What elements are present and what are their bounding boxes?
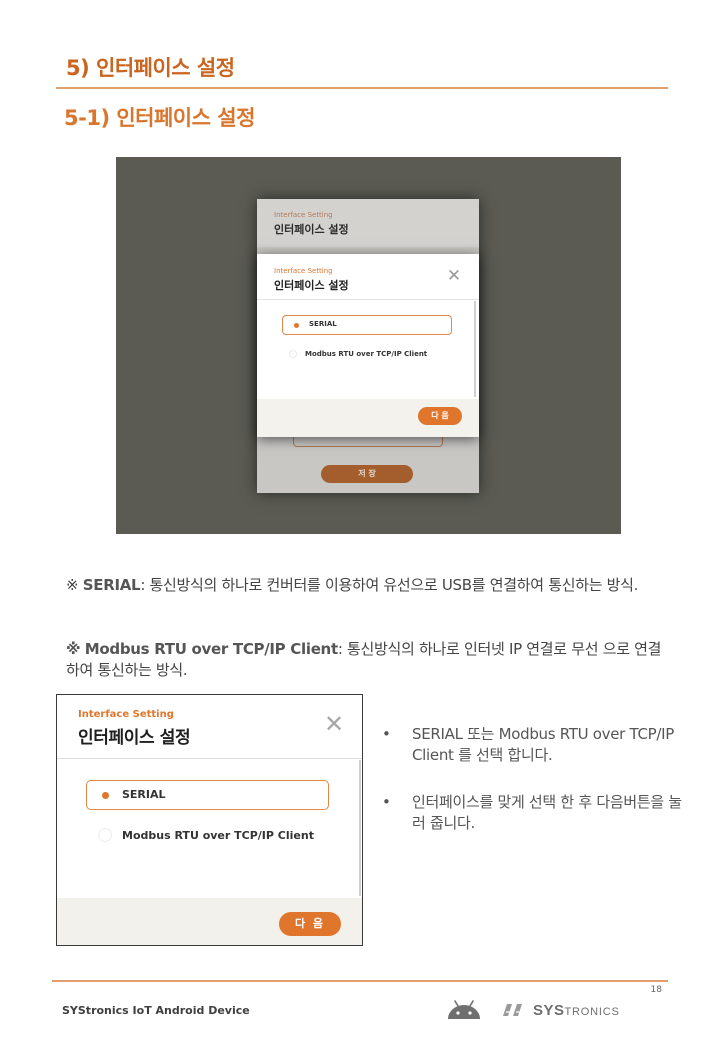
logo-text-tail: TRONICS xyxy=(564,1005,620,1018)
option-modbus-label[interactable]: Modbus RTU over TCP/IP Client xyxy=(122,829,314,842)
note-marker: ※ xyxy=(66,640,81,658)
dialog-title: 인터페이스 설정 xyxy=(78,728,191,748)
note-term: Modbus RTU over TCP/IP Client xyxy=(84,640,338,658)
list-item-text: SERIAL 또는 Modbus RTU over TCP/IP Client … xyxy=(412,725,675,764)
bullet-icon: • xyxy=(382,725,391,743)
list-item: • 인터페이스를 맞게 선택 한 후 다음버튼을 눌러 줍니다. xyxy=(382,792,682,834)
systronics-logo: SYSTRONICS xyxy=(500,999,620,1021)
dialog-divider xyxy=(57,758,362,759)
note-serial: ※ SERIAL: 통신방식의 하나로 컨버터를 이용하여 유선으로 USB를 … xyxy=(66,575,666,596)
radio-selected-icon xyxy=(102,792,109,799)
interface-setting-dialog: Interface Setting 인터페이스 설정 ✕ SERIAL Modb… xyxy=(56,694,363,946)
note-marker: ※ xyxy=(66,576,79,594)
next-button: 다 음 xyxy=(418,407,462,425)
logo-text: SYSTRONICS xyxy=(533,1002,620,1019)
dialog-subtitle: Interface Setting xyxy=(274,267,333,275)
android-icon xyxy=(448,1000,480,1019)
interface-setting-dialog-small: Interface Setting 인터페이스 설정 ✕ SERIAL Modb… xyxy=(257,254,479,437)
page-number: 18 xyxy=(650,985,662,995)
list-item: • SERIAL 또는 Modbus RTU over TCP/IP Clien… xyxy=(382,724,682,766)
radio-unselected-icon xyxy=(289,350,297,358)
instruction-list: • SERIAL 또는 Modbus RTU over TCP/IP Clien… xyxy=(382,724,682,860)
dialog-subtitle: Interface Setting xyxy=(78,709,174,720)
dialog-footer: 다 음 xyxy=(57,898,362,945)
scrollbar[interactable] xyxy=(359,760,361,896)
radio-selected-icon xyxy=(294,323,299,328)
option-serial-label: SERIAL xyxy=(309,320,337,328)
dialog-divider xyxy=(257,299,479,300)
option-serial: SERIAL xyxy=(282,315,452,335)
section-title: 5) 인터페이스 설정 xyxy=(66,56,235,80)
subsection-title: 5-1) 인터페이스 설정 xyxy=(64,106,255,130)
dialog-title: 인터페이스 설정 xyxy=(274,279,349,292)
option-serial-label: SERIAL xyxy=(122,788,166,801)
logo-text-main: SYS xyxy=(533,1001,565,1019)
footer-brand: SYStronics IoT Android Device xyxy=(62,1004,250,1017)
radio-unselected-icon[interactable] xyxy=(98,828,112,842)
scrollbar xyxy=(474,301,476,397)
note-modbus: ※ Modbus RTU over TCP/IP Client: 통신방식의 하… xyxy=(66,639,666,681)
next-button[interactable]: 다 음 xyxy=(279,912,341,936)
logo-mark-icon xyxy=(503,1004,522,1016)
close-icon[interactable]: ✕ xyxy=(323,712,345,736)
note-term: SERIAL xyxy=(82,576,141,594)
list-item-text: 인터페이스를 맞게 선택 한 후 다음버튼을 눌러 줍니다. xyxy=(412,793,682,832)
option-modbus-label: Modbus RTU over TCP/IP Client xyxy=(305,350,428,358)
note-text: : 통신방식의 하나로 컨버터를 이용하여 유선으로 USB를 연결하여 통신하… xyxy=(140,576,639,594)
background-dialog-save-button: 저 장 xyxy=(321,465,413,483)
background-dialog-subtitle: Interface Setting xyxy=(274,211,333,219)
bullet-icon: • xyxy=(382,793,391,811)
section-title-rule xyxy=(56,87,668,89)
footer-rule xyxy=(52,980,668,982)
option-serial[interactable]: SERIAL xyxy=(86,780,329,810)
dialog-footer: 다 음 xyxy=(257,399,479,437)
background-dialog-title: 인터페이스 설정 xyxy=(274,223,349,236)
close-icon: ✕ xyxy=(446,266,462,286)
app-screenshot: Interface Setting 인터페이스 설정 저 장 Interface… xyxy=(116,157,621,534)
